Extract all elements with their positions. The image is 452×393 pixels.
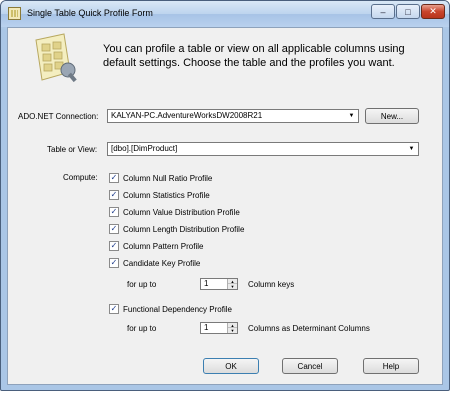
- dialog-body: You can profile a table or view on all a…: [7, 27, 443, 385]
- close-button[interactable]: ✕: [421, 4, 445, 19]
- chevron-down-icon[interactable]: ▼: [345, 110, 358, 122]
- connection-label: ADO.NET Connection:: [18, 112, 99, 121]
- candidate-key-prefix: for up to: [127, 280, 157, 289]
- minimize-icon: –: [380, 6, 386, 17]
- value-distribution-label: Column Value Distribution Profile: [123, 207, 240, 217]
- checkmark-icon: ✓: [109, 224, 119, 234]
- table-profile-icon: [35, 33, 77, 83]
- candidate-key-label: Candidate Key Profile: [123, 258, 201, 268]
- chevron-down-icon[interactable]: ▼: [405, 143, 418, 155]
- determinant-suffix: Columns as Determinant Columns: [248, 324, 370, 333]
- connection-select[interactable]: KALYAN-PC.AdventureWorksDW2008R21 ▼: [107, 109, 359, 123]
- spinner-buttons: ▲ ▼: [227, 279, 237, 289]
- candidate-key-checkbox[interactable]: ✓ Candidate Key Profile: [109, 257, 200, 269]
- value-distribution-checkbox[interactable]: ✓ Column Value Distribution Profile: [109, 206, 240, 218]
- candidate-key-columns-value: 1: [204, 279, 209, 288]
- close-icon: ✕: [429, 6, 437, 16]
- pattern-label: Column Pattern Profile: [123, 241, 204, 251]
- help-button[interactable]: Help: [363, 358, 419, 374]
- ok-button[interactable]: OK: [203, 358, 259, 374]
- checkmark-icon: ✓: [109, 190, 119, 200]
- checkmark-icon: ✓: [109, 241, 119, 251]
- checkmark-icon: ✓: [109, 173, 119, 183]
- table-select[interactable]: [dbo].[DimProduct] ▼: [107, 142, 419, 156]
- statistics-label: Column Statistics Profile: [123, 190, 210, 200]
- compute-label: Compute:: [63, 173, 98, 182]
- length-distribution-checkbox[interactable]: ✓ Column Length Distribution Profile: [109, 223, 244, 235]
- maximize-icon: □: [405, 6, 411, 17]
- table-value: [dbo].[DimProduct]: [111, 144, 178, 153]
- null-ratio-label: Column Null Ratio Profile: [123, 173, 213, 183]
- spin-down-icon[interactable]: ▼: [228, 284, 237, 289]
- length-distribution-label: Column Length Distribution Profile: [123, 224, 245, 234]
- dialog-window: Single Table Quick Profile Form – □ ✕ Yo…: [0, 0, 450, 391]
- spin-down-icon[interactable]: ▼: [228, 328, 237, 333]
- candidate-key-columns-spinner[interactable]: 1 ▲ ▼: [200, 278, 238, 290]
- checkmark-icon: ✓: [109, 304, 119, 314]
- pattern-checkbox[interactable]: ✓ Column Pattern Profile: [109, 240, 203, 252]
- null-ratio-checkbox[interactable]: ✓ Column Null Ratio Profile: [109, 172, 212, 184]
- candidate-key-suffix: Column keys: [248, 280, 295, 289]
- determinant-columns-value: 1: [204, 323, 209, 332]
- determinant-columns-spinner[interactable]: 1 ▲ ▼: [200, 322, 238, 334]
- window-title: Single Table Quick Profile Form: [27, 8, 153, 18]
- checkmark-icon: ✓: [109, 258, 119, 268]
- checkmark-icon: ✓: [109, 207, 119, 217]
- title-bar[interactable]: Single Table Quick Profile Form – □ ✕: [1, 1, 449, 27]
- maximize-button[interactable]: □: [396, 4, 420, 19]
- determinant-prefix: for up to: [127, 324, 157, 333]
- app-icon: [8, 7, 21, 20]
- table-label: Table or View:: [47, 145, 98, 154]
- cancel-button[interactable]: Cancel: [282, 358, 338, 374]
- intro-text: You can profile a table or view on all a…: [103, 43, 405, 69]
- minimize-button[interactable]: –: [371, 4, 395, 19]
- statistics-checkbox[interactable]: ✓ Column Statistics Profile: [109, 189, 210, 201]
- new-connection-button[interactable]: New...: [365, 108, 419, 124]
- functional-dependency-label: Functional Dependency Profile: [123, 304, 232, 314]
- connection-value: KALYAN-PC.AdventureWorksDW2008R21: [111, 111, 263, 120]
- functional-dependency-checkbox[interactable]: ✓ Functional Dependency Profile: [109, 303, 232, 315]
- spinner-buttons: ▲ ▼: [227, 323, 237, 333]
